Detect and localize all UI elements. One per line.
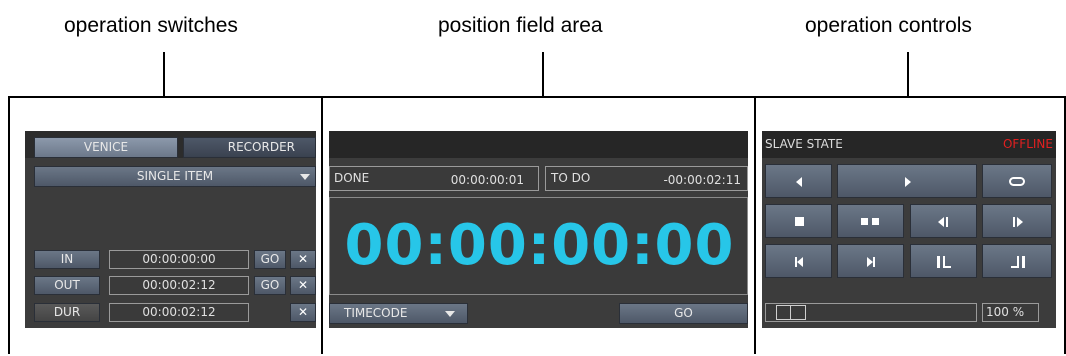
play-icon: [905, 177, 911, 187]
bracket-line: [8, 96, 1064, 98]
close-icon: ✕: [297, 278, 309, 292]
step-back-icon: [938, 217, 944, 227]
in-timecode-field[interactable]: 00:00:00:00: [109, 250, 249, 269]
pause-button[interactable]: [837, 204, 904, 238]
rewind-icon: [796, 177, 802, 187]
leader-line-middle: [542, 52, 544, 98]
slave-state-value: OFFLINE: [1002, 137, 1053, 151]
todo-value: -00:00:02:11: [663, 173, 741, 187]
operation-switches-panel: VENICE RECORDER SINGLE ITEM IN 00:00:00:…: [25, 131, 316, 328]
dur-timecode-field[interactable]: 00:00:02:12: [109, 303, 249, 322]
mark-in-icon: [937, 256, 940, 268]
callout-operation-switches: operation switches: [64, 14, 238, 37]
go-to-end-button[interactable]: [837, 244, 904, 278]
divider-2: [754, 96, 756, 354]
loop-icon: [1009, 177, 1025, 186]
chevron-down-icon: [300, 174, 310, 180]
timecode-display: 00:00:00:00: [329, 197, 748, 295]
todo-label: TO DO: [551, 171, 591, 185]
chevron-down-icon: [445, 311, 455, 317]
close-icon: ✕: [297, 252, 309, 266]
callout-operation-controls: operation controls: [805, 14, 972, 37]
go-to-start-button[interactable]: [765, 244, 832, 278]
close-icon: ✕: [297, 305, 309, 319]
stop-icon: [795, 217, 804, 226]
tab-recorder[interactable]: RECORDER: [183, 137, 316, 158]
out-go-button[interactable]: GO: [254, 276, 286, 295]
mark-out-button[interactable]: [982, 244, 1052, 278]
stop-button[interactable]: [765, 204, 832, 238]
done-field: DONE 00:00:00:01: [329, 166, 539, 191]
in-button[interactable]: IN: [34, 250, 100, 269]
pause-icon-right: [872, 218, 879, 225]
go-to-end-bar: [873, 257, 875, 267]
dur-clear-button[interactable]: ✕: [290, 303, 316, 322]
timecode-format-label: TIMECODE: [344, 306, 408, 320]
step-back-bar: [946, 217, 948, 227]
step-forward-button[interactable]: [982, 204, 1052, 238]
pause-icon: [861, 218, 868, 225]
rewind-button[interactable]: [765, 164, 832, 198]
zoom-slider-handle[interactable]: [776, 305, 806, 320]
done-value: 00:00:00:01: [450, 173, 524, 187]
leader-line-left: [163, 52, 165, 98]
mark-in-button[interactable]: [910, 244, 977, 278]
callout-position-field-area: position field area: [438, 14, 603, 37]
timecode-format-select[interactable]: TIMECODE: [329, 303, 468, 324]
out-timecode-field[interactable]: 00:00:02:12: [109, 276, 249, 295]
step-back-button[interactable]: [910, 204, 977, 238]
position-field-panel: DONE 00:00:00:01 TO DO -00:00:02:11 00:0…: [329, 131, 748, 328]
done-label: DONE: [334, 171, 370, 185]
operation-controls-panel: SLAVE STATE OFFLINE 100 %: [762, 131, 1056, 328]
timecode-value: 00:00:00:00: [344, 213, 735, 278]
dur-button[interactable]: DUR: [34, 303, 100, 322]
divider-1: [321, 96, 323, 354]
slave-state-bar: SLAVE STATE OFFLINE: [762, 131, 1056, 158]
position-go-button[interactable]: GO: [619, 303, 748, 324]
tab-venice[interactable]: VENICE: [34, 137, 178, 158]
slave-state-label: SLAVE STATE: [765, 137, 843, 151]
zoom-percent-field[interactable]: 100 %: [982, 303, 1039, 322]
mark-out-icon: [1022, 256, 1025, 268]
mark-out-foot: [1017, 256, 1019, 268]
in-go-button[interactable]: GO: [254, 250, 286, 269]
mark-in-base: [943, 266, 951, 268]
zoom-slider-handle-divider: [790, 305, 791, 320]
mode-select-label: SINGLE ITEM: [136, 169, 214, 183]
mode-select[interactable]: SINGLE ITEM: [34, 166, 316, 187]
go-to-start-icon: [797, 257, 803, 267]
step-forward-bar: [1013, 217, 1015, 227]
divider-left: [8, 96, 10, 354]
in-clear-button[interactable]: ✕: [290, 250, 316, 269]
loop-button[interactable]: [982, 164, 1052, 198]
todo-field: TO DO -00:00:02:11: [545, 166, 748, 191]
leader-line-right: [907, 52, 909, 98]
out-clear-button[interactable]: ✕: [290, 276, 316, 295]
position-header-bar: [329, 131, 748, 158]
play-button[interactable]: [837, 164, 977, 198]
step-forward-icon: [1017, 217, 1023, 227]
out-button[interactable]: OUT: [34, 276, 100, 295]
zoom-slider-track[interactable]: [765, 303, 977, 322]
